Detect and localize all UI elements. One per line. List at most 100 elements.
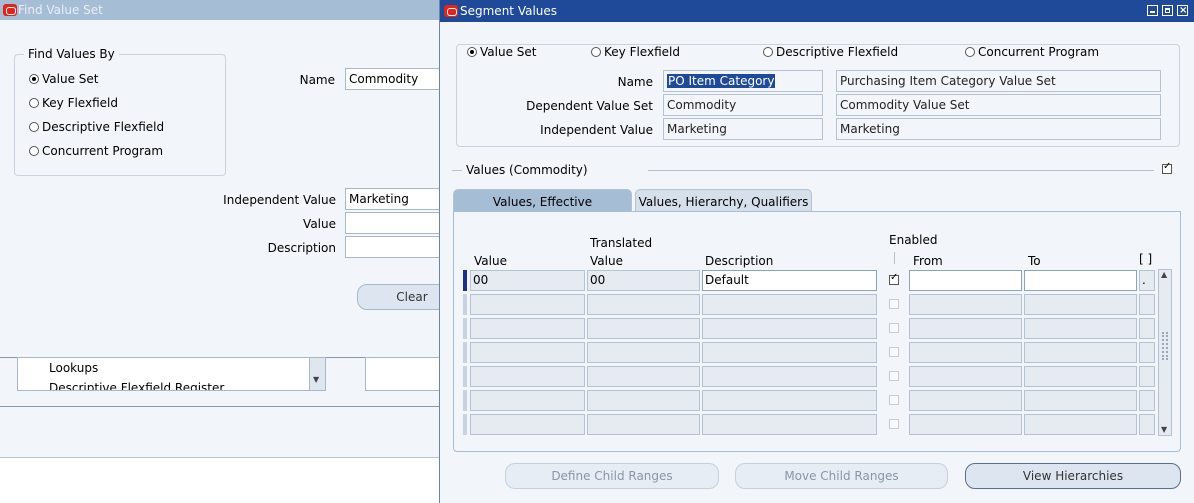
navigator-list[interactable]: Lookups Descriptive Flexfield Register ▼ [17, 357, 326, 391]
grid-cell-dff[interactable] [1139, 366, 1155, 387]
find-description-input[interactable] [345, 236, 445, 258]
close-icon[interactable]: × [1177, 5, 1188, 16]
grid-cell-value[interactable] [470, 294, 585, 315]
row-selector[interactable] [463, 318, 467, 339]
find-independent-value-input[interactable]: Marketing [345, 188, 445, 210]
find-independent-value-label: Independent Value [223, 193, 336, 207]
grid-cell-value[interactable] [470, 342, 585, 363]
grid-cell-to[interactable] [1024, 270, 1137, 291]
grid-cell-description[interactable] [702, 390, 877, 411]
segment-window-titlebar[interactable]: Segment Values × [440, 0, 1194, 22]
grid-cell-to[interactable] [1024, 366, 1137, 387]
grid-cell-translated[interactable] [587, 390, 700, 411]
grid-cell-description[interactable] [702, 318, 877, 339]
list-item[interactable]: Lookups [49, 361, 98, 375]
grid-cell-translated[interactable] [587, 318, 700, 339]
find-value-input[interactable] [345, 212, 445, 234]
find-name-input[interactable]: Commodity [345, 68, 445, 90]
grid-scrollbar[interactable]: ▲ ▼ [1158, 269, 1172, 436]
grid-cell-dff[interactable] [1139, 414, 1155, 435]
enabled-checkbox[interactable] [889, 347, 899, 357]
scroll-down-icon[interactable]: ▼ [1161, 425, 1167, 434]
grid-cell-from[interactable] [909, 342, 1022, 363]
grid-cell-value[interactable] [470, 390, 585, 411]
grid-cell-dff[interactable] [1139, 294, 1155, 315]
row-selector[interactable] [463, 270, 467, 291]
grid-cell-from[interactable] [909, 414, 1022, 435]
tab-values-hierarchy-qualifiers[interactable]: Values, Hierarchy, Qualifiers [635, 189, 812, 213]
tab-values-effective[interactable]: Values, Effective [453, 189, 632, 213]
minimize-icon[interactable] [1147, 5, 1158, 16]
grid-cell-from[interactable] [909, 294, 1022, 315]
grid-cell-value[interactable] [470, 366, 585, 387]
grid-cell-translated[interactable]: 00 [587, 270, 700, 291]
enabled-checkbox[interactable] [889, 323, 899, 333]
grid-cell-to[interactable] [1024, 318, 1137, 339]
grid-cell-to[interactable] [1024, 390, 1137, 411]
radio-icon [29, 122, 39, 132]
grid-cell-translated[interactable] [587, 294, 700, 315]
segment-name-label: Name [617, 75, 653, 89]
maximize-icon[interactable] [1162, 5, 1173, 16]
find-radio-value-set[interactable]: Value Set [29, 72, 98, 86]
find-window-titlebar[interactable]: Find Value Set [0, 0, 440, 20]
independent-value-field[interactable]: Marketing [663, 118, 823, 140]
grid-cell-value[interactable]: 00 [470, 270, 585, 291]
dependent-value-set-field[interactable]: Commodity [663, 94, 823, 116]
enabled-checkbox[interactable] [889, 299, 899, 309]
grid-cell-from[interactable] [909, 366, 1022, 387]
grid-cell-translated[interactable] [587, 366, 700, 387]
find-value-label: Value [303, 217, 336, 231]
row-selector[interactable] [463, 390, 467, 411]
independent-value-label: Independent Value [540, 123, 653, 137]
segment-radio-value-set[interactable]: Value Set [467, 45, 541, 59]
segment-radio-descriptive-flexfield[interactable]: Descriptive Flexfield [763, 45, 903, 59]
grid-cell-to[interactable] [1024, 342, 1137, 363]
grid-cell-translated[interactable] [587, 342, 700, 363]
grid-cell-to[interactable] [1024, 294, 1137, 315]
grid-cell-description[interactable]: Default [702, 270, 877, 291]
grid-cell-description[interactable] [702, 366, 877, 387]
grid-cell-from[interactable] [909, 270, 1022, 291]
move-child-ranges-button[interactable]: Move Child Ranges [735, 463, 948, 489]
navigator-secondary-list[interactable] [365, 357, 445, 391]
grid-cell-value[interactable] [470, 414, 585, 435]
row-selector[interactable] [463, 414, 467, 435]
find-radio-key-flexfield[interactable]: Key Flexfield [29, 96, 118, 110]
column-header-dff: [ ] [1139, 252, 1153, 266]
grid-cell-description[interactable] [702, 414, 877, 435]
enabled-checkbox[interactable] [889, 395, 899, 405]
grid-cell-translated[interactable] [587, 414, 700, 435]
grid-cell-description[interactable] [702, 294, 877, 315]
enabled-checkbox[interactable] [889, 419, 899, 429]
list-scrollbar[interactable]: ▼ [309, 358, 325, 390]
scroll-up-icon[interactable]: ▲ [1161, 270, 1167, 279]
find-radio-descriptive-flexfield[interactable]: Descriptive Flexfield [29, 120, 164, 134]
row-selector[interactable] [463, 366, 467, 387]
column-header-value: Value [474, 254, 507, 268]
find-radio-concurrent-program[interactable]: Concurrent Program [29, 144, 163, 158]
dependent-value-set-label: Dependent Value Set [526, 99, 653, 113]
values-section-checkbox[interactable] [1162, 161, 1172, 174]
define-child-ranges-button[interactable]: Define Child Ranges [505, 463, 719, 489]
segment-radio-concurrent-program[interactable]: Concurrent Program [965, 45, 1104, 59]
values-section-label: Values (Commodity) [466, 163, 588, 177]
enabled-checkbox[interactable] [889, 272, 899, 285]
grid-cell-dff[interactable] [1139, 318, 1155, 339]
grid-cell-description[interactable] [702, 342, 877, 363]
segment-name-field[interactable]: PO Item Category [663, 70, 823, 92]
list-item[interactable]: Descriptive Flexfield Register [49, 381, 224, 390]
grid-cell-from[interactable] [909, 318, 1022, 339]
grid-cell-from[interactable] [909, 390, 1022, 411]
segment-radio-key-flexfield[interactable]: Key Flexfield [591, 45, 684, 59]
grid-cell-dff[interactable] [1139, 390, 1155, 411]
enabled-checkbox[interactable] [889, 371, 899, 381]
row-selector[interactable] [463, 342, 467, 363]
grid-cell-dff[interactable] [1139, 342, 1155, 363]
view-hierarchies-button[interactable]: View Hierarchies [965, 463, 1181, 489]
grid-cell-dff[interactable]: . [1139, 270, 1155, 291]
grid-cell-to[interactable] [1024, 414, 1137, 435]
scroll-thumb-grip-icon[interactable] [1162, 332, 1168, 360]
row-selector[interactable] [463, 294, 467, 315]
grid-cell-value[interactable] [470, 318, 585, 339]
